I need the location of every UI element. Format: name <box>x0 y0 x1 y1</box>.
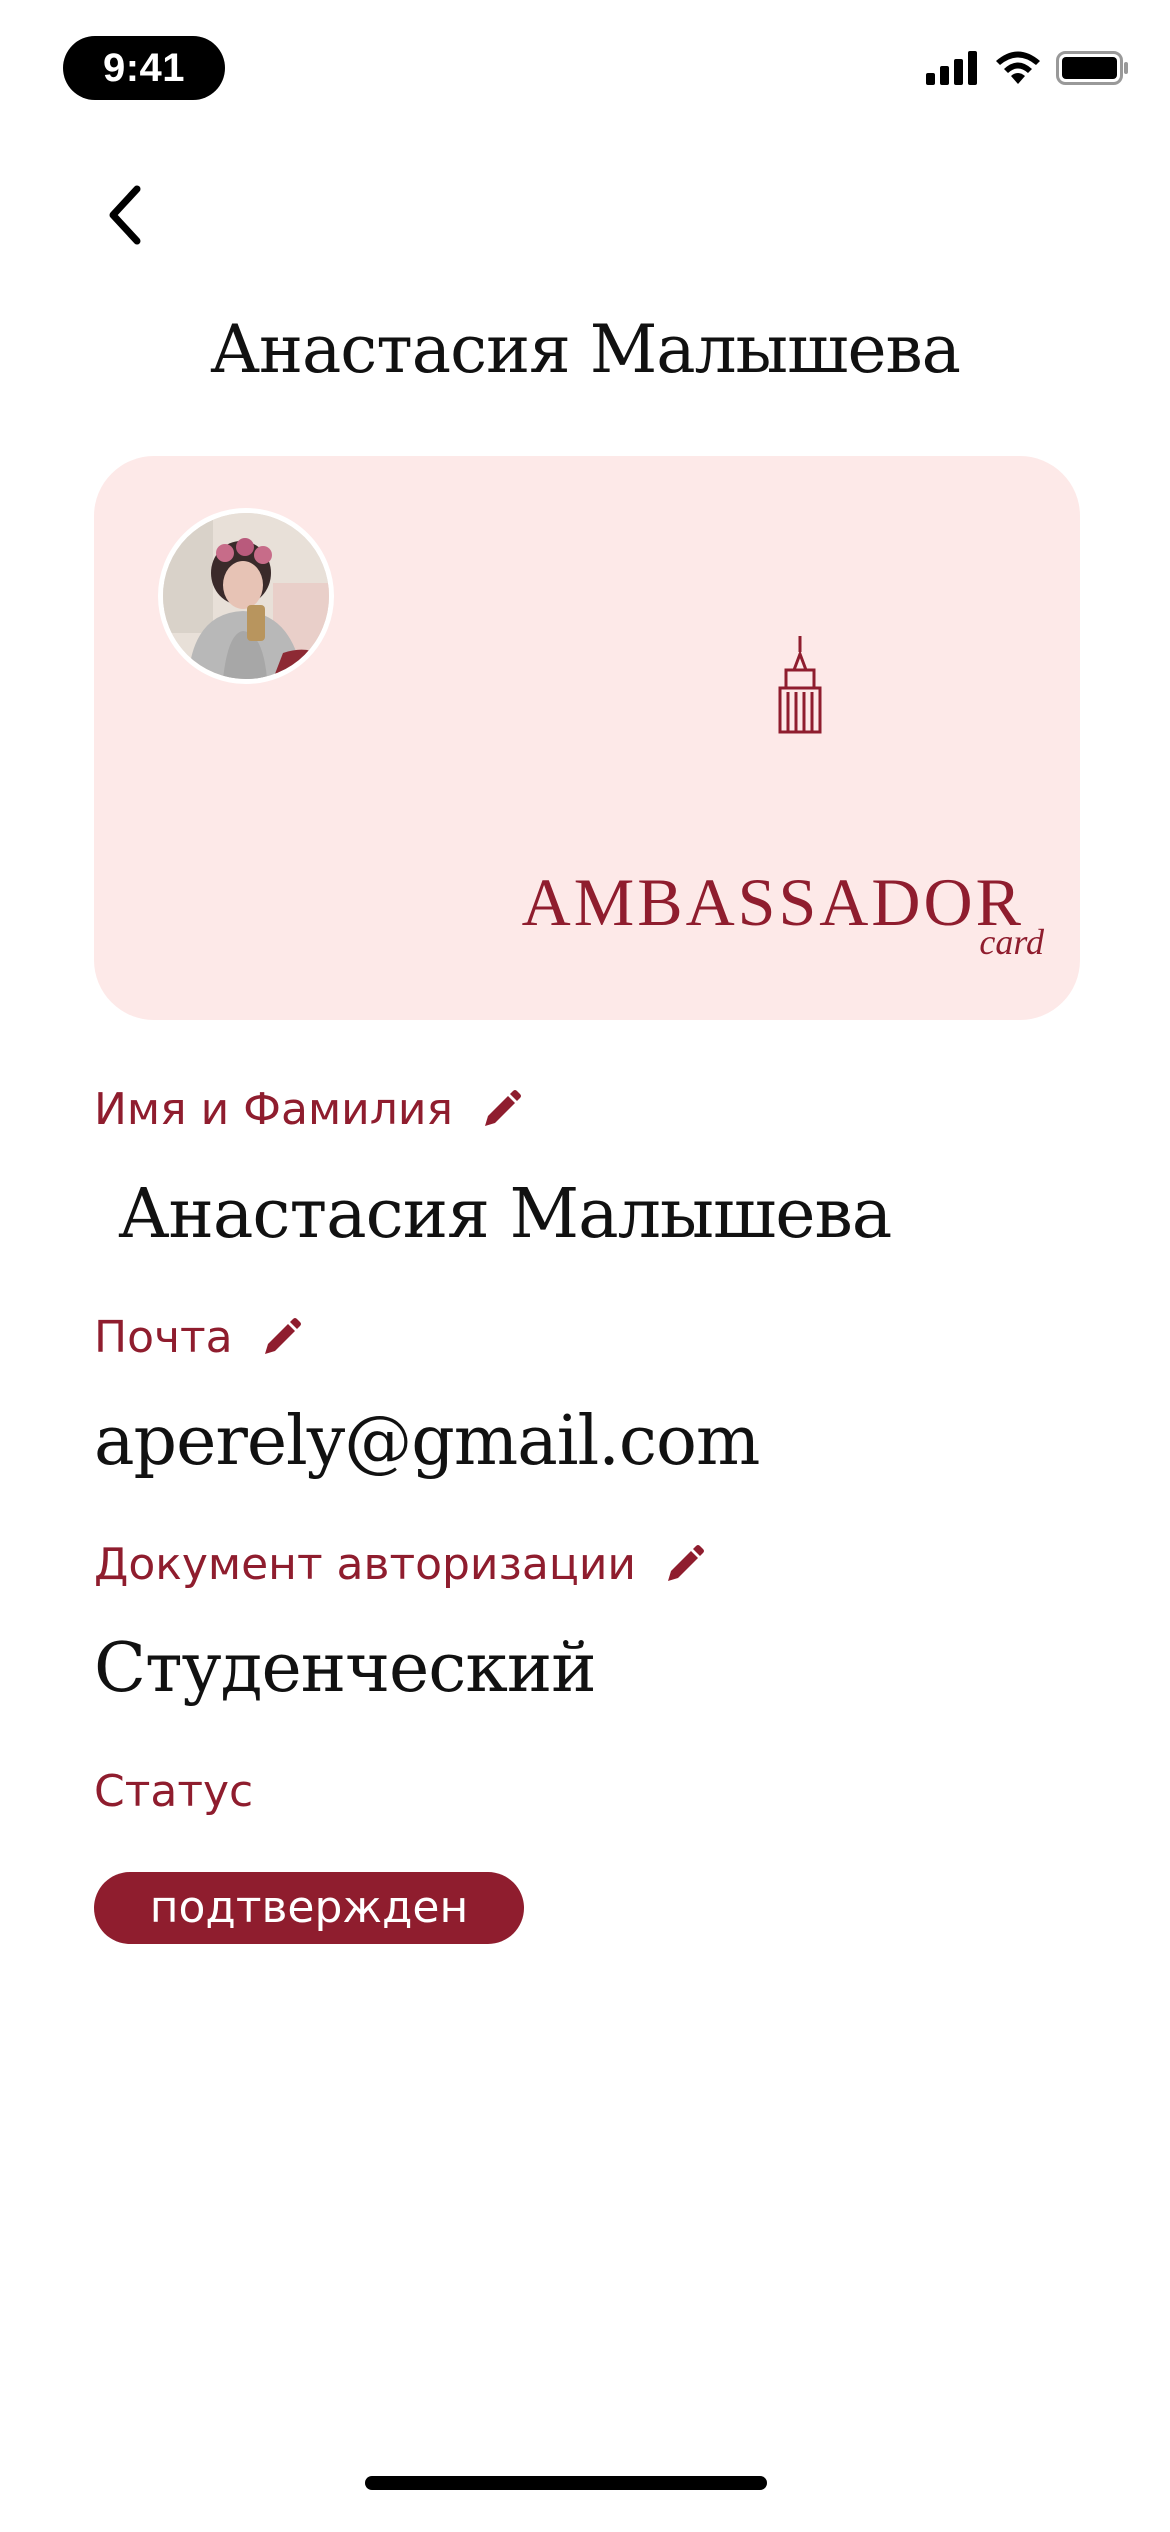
status-field-label: Статус <box>94 1762 253 1822</box>
email-field-label: Почта <box>94 1308 303 1368</box>
document-label-text: Документ авторизации <box>94 1539 637 1590</box>
email-label-text: Почта <box>94 1312 233 1363</box>
status-label-text: Статус <box>94 1766 254 1817</box>
chevron-left-icon <box>109 185 141 245</box>
name-label-text: Имя и Фамилия <box>94 1084 453 1135</box>
home-indicator[interactable] <box>365 2476 767 2490</box>
brand-name: AMBASSADOR <box>521 864 1024 940</box>
status-icons <box>926 48 1130 88</box>
brand-subtitle: card <box>979 922 1044 962</box>
name-field-label: Имя и Фамилия <box>94 1080 523 1140</box>
status-badge: подтвержден <box>94 1872 524 1944</box>
avatar-photo <box>163 513 329 679</box>
pencil-icon[interactable] <box>479 1088 523 1132</box>
battery-icon <box>1056 51 1128 85</box>
tower-logo-icon <box>778 636 822 734</box>
document-field-label: Документ авторизации <box>94 1535 706 1595</box>
pencil-icon[interactable] <box>662 1543 706 1587</box>
document-value: Студенческий <box>94 1629 597 1708</box>
avatar[interactable] <box>158 508 334 684</box>
back-button[interactable] <box>90 175 160 255</box>
ambassador-card: AMBASSADOR card <box>94 456 1080 1020</box>
cellular-signal-icon <box>926 51 977 85</box>
page-title: Анастасия Малышева <box>209 311 961 388</box>
status-time: 9:41 <box>63 36 225 100</box>
pencil-icon[interactable] <box>259 1316 303 1360</box>
name-value: Анастасия Малышева <box>118 1175 892 1254</box>
email-value: aperely@gmail.com <box>94 1402 760 1481</box>
wifi-icon <box>996 51 1040 84</box>
